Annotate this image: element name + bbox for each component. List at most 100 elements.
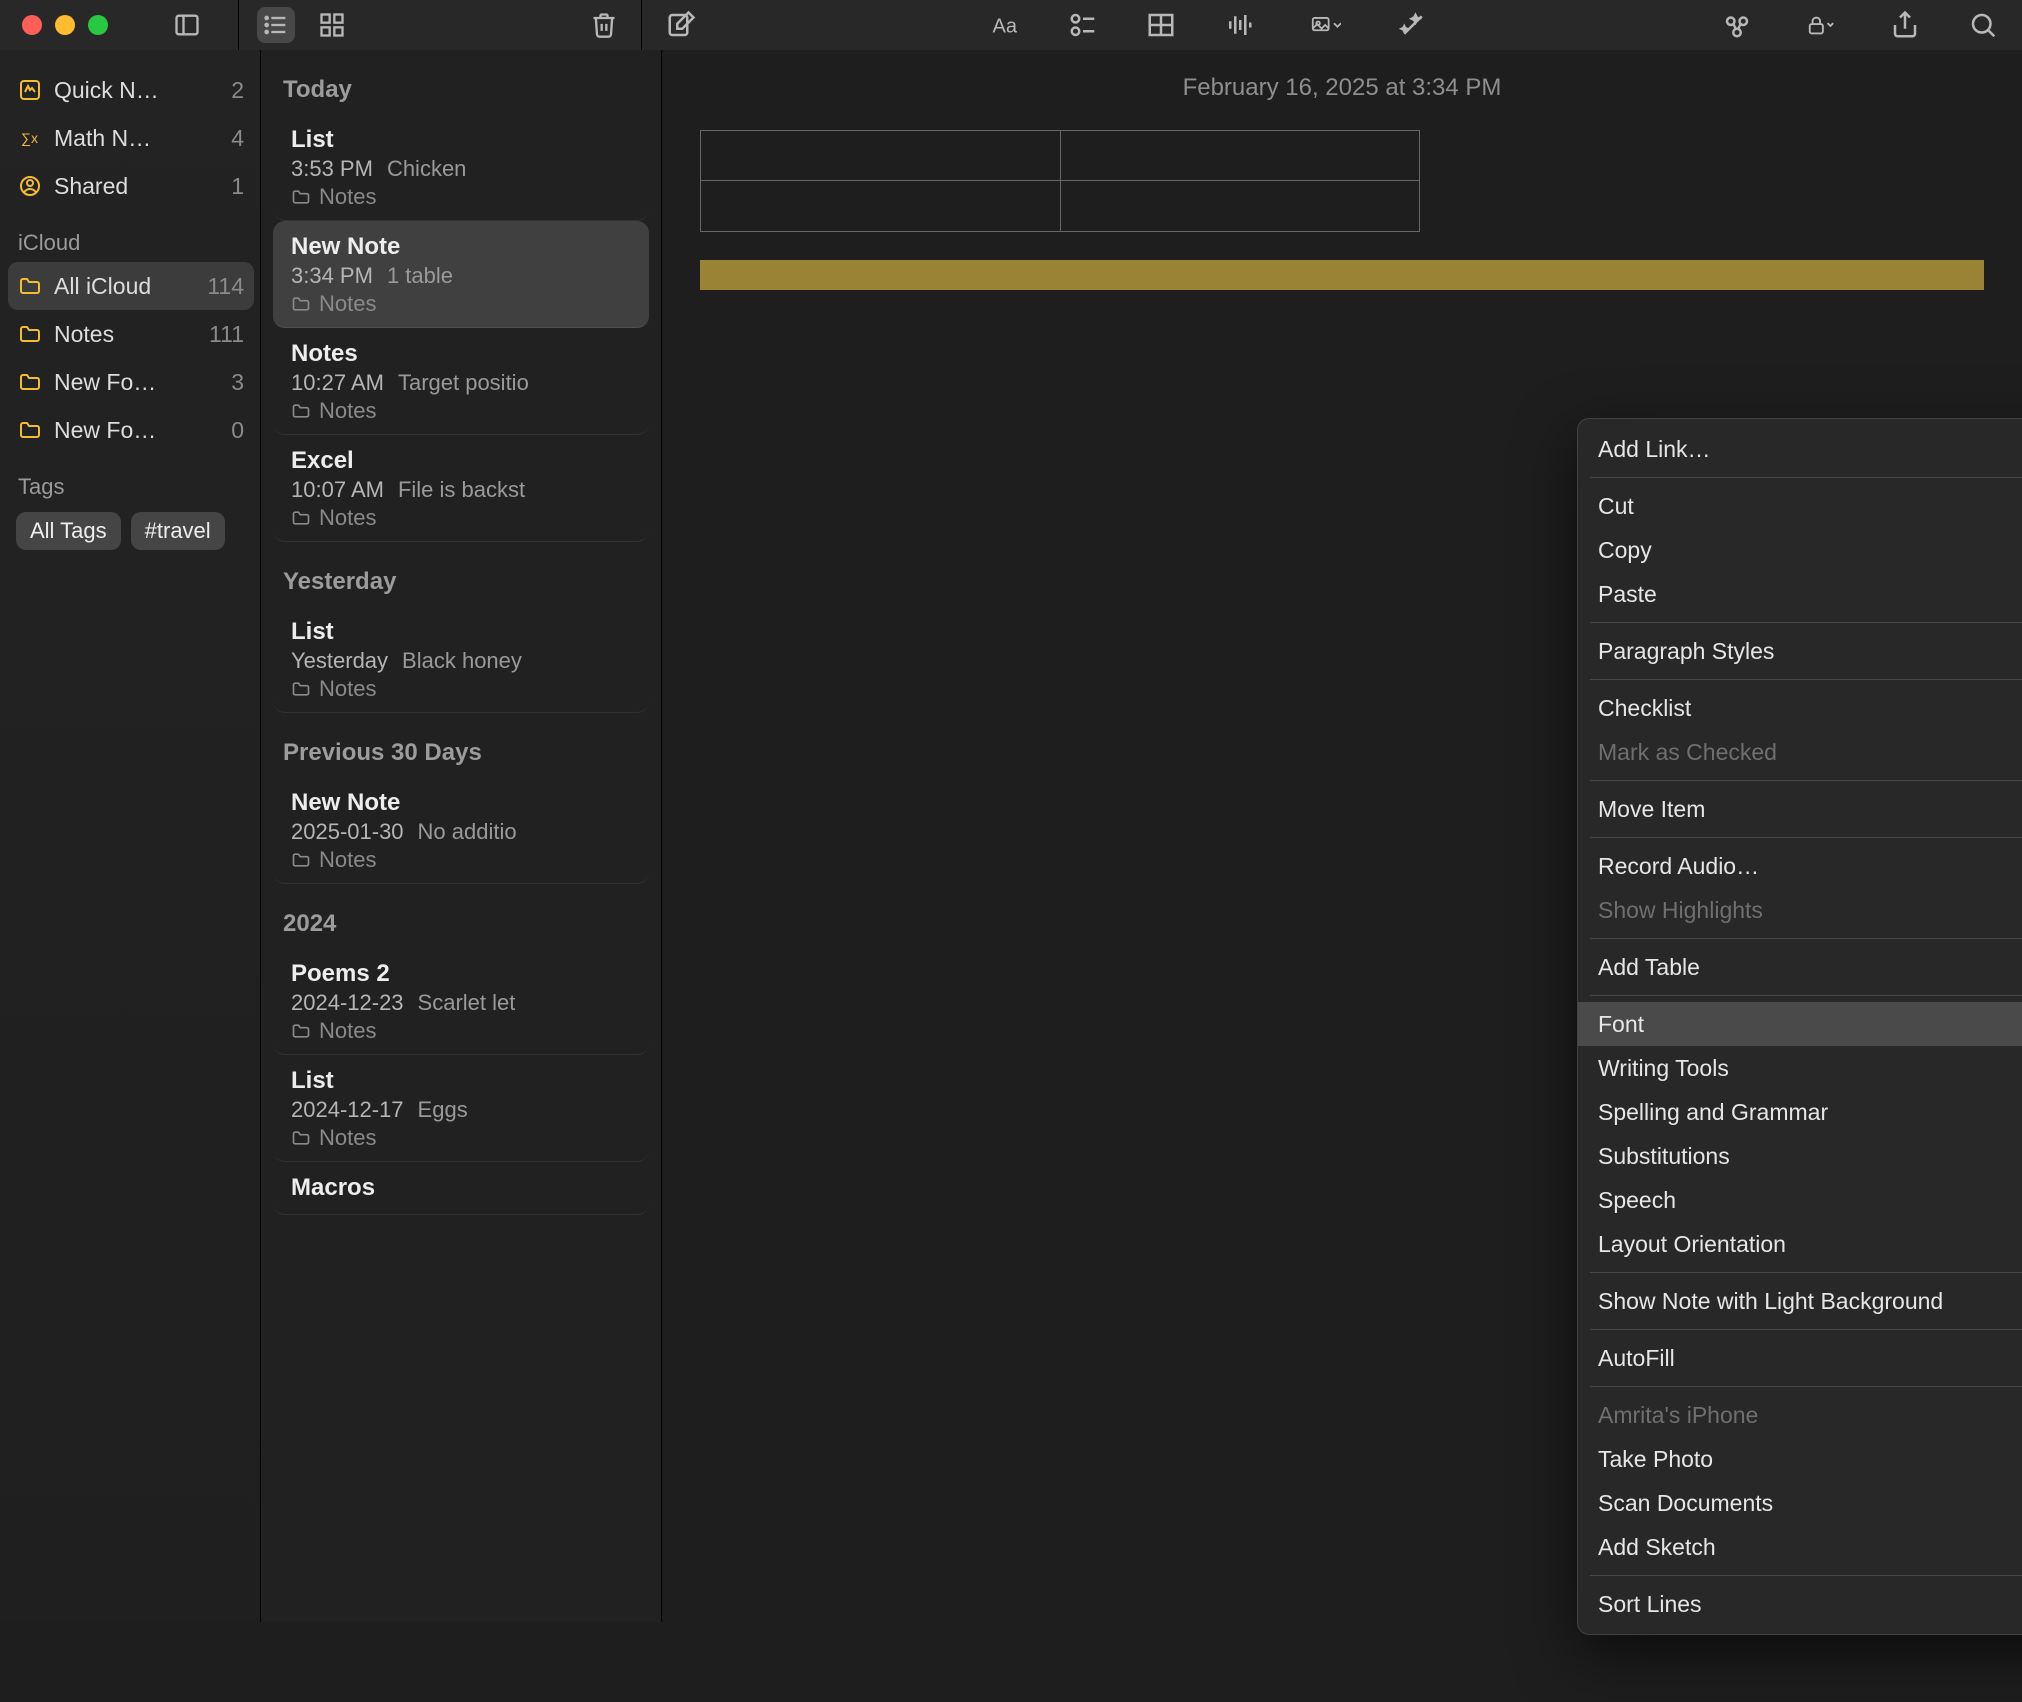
- menu-item[interactable]: Sort Lines: [1578, 1582, 2022, 1626]
- menu-separator: [1590, 837, 2022, 838]
- menu-item-label: Writing Tools: [1598, 1055, 1729, 1082]
- menu-item-label: Checklist: [1598, 695, 1691, 722]
- menu-item-label: Layout Orientation: [1598, 1231, 1786, 1258]
- note-time: 2024-12-17: [291, 1097, 404, 1123]
- menu-item[interactable]: Checklist⇧ ⌘ L: [1578, 686, 2022, 730]
- menu-separator: [1590, 780, 2022, 781]
- note-item[interactable]: New Note 2025-01-30No additio Notes: [273, 777, 649, 884]
- link-icon[interactable]: [1718, 7, 1756, 43]
- folder-count: 3: [231, 369, 244, 396]
- menu-item[interactable]: AutoFill›: [1578, 1336, 2022, 1380]
- audio-icon[interactable]: [1220, 7, 1258, 43]
- menu-separator: [1590, 1329, 2022, 1330]
- tag-chip[interactable]: #travel: [131, 512, 225, 550]
- note-item[interactable]: Notes 10:27 AMTarget positio Notes: [273, 328, 649, 435]
- folder-icon: [18, 418, 42, 442]
- menu-item[interactable]: Paste: [1578, 572, 2022, 616]
- note-folder: Notes: [291, 503, 631, 531]
- close-window-button[interactable]: [22, 15, 42, 35]
- menu-item: Show Highlights^ ⌘ I: [1578, 888, 2022, 932]
- menu-separator: [1590, 1272, 2022, 1273]
- menu-item[interactable]: Show Note with Light Background: [1578, 1279, 2022, 1323]
- grid-view-icon[interactable]: [313, 7, 351, 43]
- note-item[interactable]: List 3:53 PMChicken Notes: [273, 114, 649, 221]
- share-icon[interactable]: [1886, 7, 1924, 43]
- menu-item[interactable]: Move Item›: [1578, 787, 2022, 831]
- menu-item[interactable]: Add Sketch: [1578, 1525, 2022, 1569]
- folder-icon: [18, 370, 42, 394]
- menu-item-label: Amrita's iPhone: [1598, 1402, 1758, 1429]
- menu-item-label: Sort Lines: [1598, 1591, 1702, 1618]
- menu-item[interactable]: Writing Tools›: [1578, 1046, 2022, 1090]
- notes-group-header: Previous 30 Days: [273, 713, 649, 777]
- note-time: 3:34 PM: [291, 263, 373, 289]
- note-item[interactable]: New Note 3:34 PM1 table Notes: [273, 221, 649, 328]
- menu-item-label: Move Item: [1598, 796, 1705, 823]
- menu-item[interactable]: Layout Orientation›: [1578, 1222, 2022, 1266]
- note-time: 10:27 AM: [291, 370, 384, 396]
- menu-item[interactable]: Substitutions›: [1578, 1134, 2022, 1178]
- note-time: 2025-01-30: [291, 819, 404, 845]
- zoom-window-button[interactable]: [88, 15, 108, 35]
- table-icon[interactable]: [1142, 7, 1180, 43]
- search-icon[interactable]: [1964, 7, 2002, 43]
- folder-count: 111: [209, 321, 244, 348]
- menu-separator: [1590, 477, 2022, 478]
- menu-separator: [1590, 995, 2022, 996]
- compose-icon[interactable]: [662, 7, 700, 43]
- menu-item-label: Paste: [1598, 581, 1657, 608]
- note-table[interactable]: [700, 130, 1420, 232]
- note-folder: Notes: [291, 182, 631, 210]
- format-text-icon[interactable]: Aa: [986, 7, 1024, 43]
- folder-row[interactable]: New Fo…3: [8, 358, 254, 406]
- checklist-icon[interactable]: [1064, 7, 1102, 43]
- menu-item[interactable]: Speech›: [1578, 1178, 2022, 1222]
- media-icon[interactable]: [1298, 7, 1354, 43]
- folders-sidebar: Quick N…2∑xMath N…4Shared1 iCloud All iC…: [0, 50, 260, 1622]
- smart-folder[interactable]: ∑xMath N…4: [8, 114, 254, 162]
- folder-count: 4: [231, 125, 244, 152]
- toggle-sidebar-icon[interactable]: [168, 7, 206, 43]
- menu-item[interactable]: Add Link…⌘ K: [1578, 427, 2022, 471]
- menu-item[interactable]: Paragraph Styles›: [1578, 629, 2022, 673]
- menu-item[interactable]: Take Photo: [1578, 1437, 2022, 1481]
- folder-label: Math N…: [54, 125, 219, 152]
- menu-item-label: Show Highlights: [1598, 897, 1763, 924]
- note-title: List: [291, 126, 631, 154]
- menu-item[interactable]: Cut: [1578, 484, 2022, 528]
- folder-icon: [18, 274, 42, 298]
- note-item[interactable]: Excel 10:07 AMFile is backst Notes: [273, 435, 649, 542]
- folder-row[interactable]: All iCloud114: [8, 262, 254, 310]
- note-title: Poems 2: [291, 960, 631, 988]
- menu-item-label: Record Audio…: [1598, 853, 1759, 880]
- menu-item[interactable]: Copy: [1578, 528, 2022, 572]
- note-preview: Black honey: [402, 648, 522, 674]
- folder-row[interactable]: Notes111: [8, 310, 254, 358]
- note-editor: February 16, 2025 at 3:34 PM Add Link…⌘ …: [662, 50, 2022, 1622]
- notes-group-header: Yesterday: [273, 542, 649, 606]
- note-item[interactable]: Poems 2 2024-12-23Scarlet let Notes: [273, 948, 649, 1055]
- context-menu[interactable]: Add Link…⌘ K CutCopy Paste Paragraph Styles…: [1577, 418, 2022, 1635]
- menu-item[interactable]: Spelling and Grammar›: [1578, 1090, 2022, 1134]
- menu-item[interactable]: Record Audio…: [1578, 844, 2022, 888]
- magic-icon[interactable]: [1394, 7, 1432, 43]
- minimize-window-button[interactable]: [55, 15, 75, 35]
- smart-folder-icon: [18, 174, 42, 198]
- note-preview: Chicken: [387, 156, 466, 182]
- trash-icon[interactable]: [585, 7, 623, 43]
- note-item[interactable]: Macros: [273, 1162, 649, 1215]
- note-item[interactable]: List 2024-12-17Eggs Notes: [273, 1055, 649, 1162]
- note-title: Macros: [291, 1174, 631, 1202]
- editor-body[interactable]: Add Link…⌘ K CutCopy Paste Paragraph Styles…: [662, 112, 2022, 1622]
- folder-row[interactable]: New Fo…0: [8, 406, 254, 454]
- note-item[interactable]: List YesterdayBlack honey Notes: [273, 606, 649, 713]
- smart-folder[interactable]: Quick N…2: [8, 66, 254, 114]
- menu-item[interactable]: Font›: [1578, 1002, 2022, 1046]
- lock-icon[interactable]: [1796, 7, 1846, 43]
- smart-folder[interactable]: Shared1: [8, 162, 254, 210]
- note-folder: Notes: [291, 396, 631, 424]
- list-view-icon[interactable]: [257, 7, 295, 43]
- menu-item[interactable]: Scan Documents: [1578, 1481, 2022, 1525]
- menu-item[interactable]: Add Table⌥ ⌘ T: [1578, 945, 2022, 989]
- tag-chip[interactable]: All Tags: [16, 512, 121, 550]
